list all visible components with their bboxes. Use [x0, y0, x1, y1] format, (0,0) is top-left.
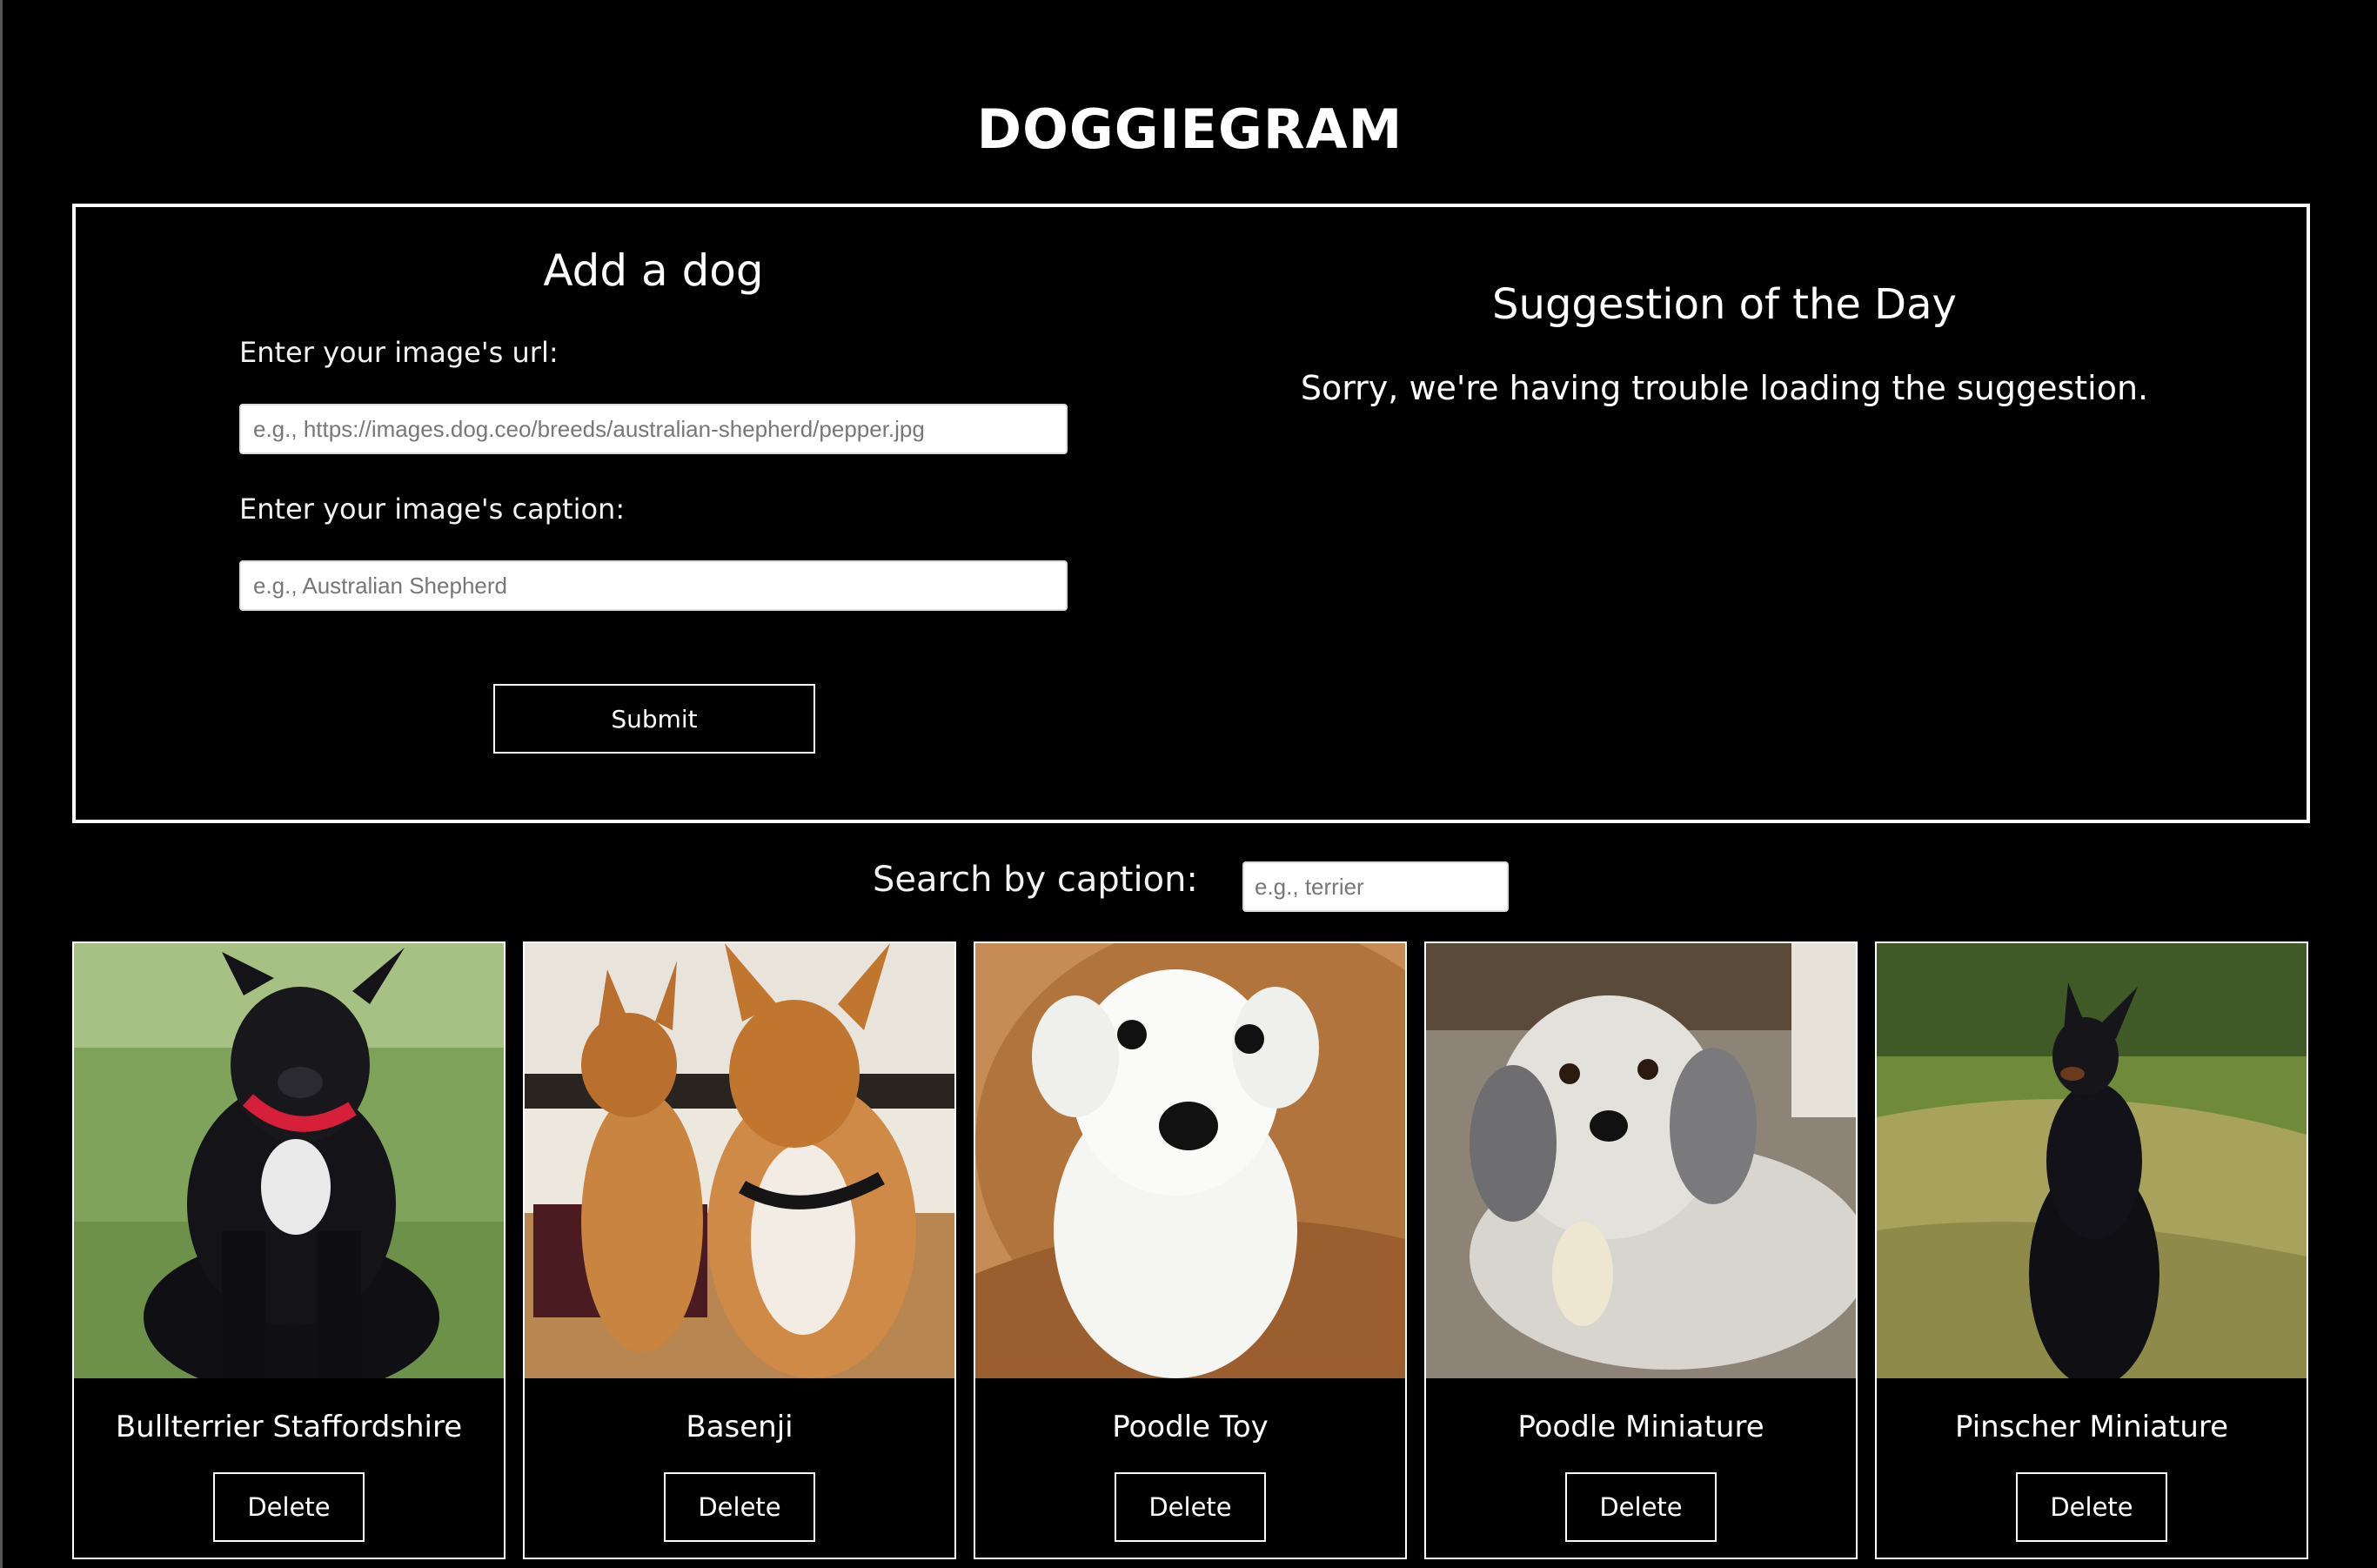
url-input[interactable] [239, 404, 1068, 454]
dog-photo-white-poodle [975, 943, 1405, 1378]
dog-photo-black-pinscher [1877, 943, 2307, 1378]
dog-card: Basenji Delete [523, 941, 956, 1559]
delete-button[interactable]: Delete [213, 1472, 365, 1542]
dog-photo-grey-poodle [1426, 943, 1856, 1378]
submit-button[interactable]: Submit [493, 684, 815, 754]
delete-button[interactable]: Delete [664, 1472, 815, 1542]
site-title: DOGGIEGRAM [976, 97, 1403, 161]
caption-label: Enter your image's caption: [239, 493, 626, 526]
url-label: Enter your image's url: [239, 336, 559, 369]
dog-card: Bullterrier Staffordshire Delete [72, 941, 506, 1559]
dog-photo-basenji-pair [525, 943, 954, 1378]
dog-card: Poodle Toy Delete [974, 941, 1407, 1559]
dog-gallery: Bullterrier Staffordshire Delete Basenji… [72, 941, 2310, 1559]
top-panel: Add a dog Enter your image's url: Enter … [72, 204, 2310, 823]
card-caption: Poodle Miniature [1517, 1410, 1764, 1444]
card-caption: Pinscher Miniature [1954, 1410, 2229, 1444]
suggestion-heading: Suggestion of the Day [1492, 280, 1957, 329]
delete-button[interactable]: Delete [1565, 1472, 1717, 1542]
search-input[interactable] [1242, 861, 1509, 912]
suggestion-box: Suggestion of the Day Sorry, we're havin… [1207, 207, 2242, 820]
dog-photo-black-staffie [74, 943, 504, 1378]
dog-card: Poodle Miniature Delete [1424, 941, 1858, 1559]
add-dog-form: Add a dog Enter your image's url: Enter … [239, 207, 1068, 820]
add-dog-heading: Add a dog [543, 245, 764, 296]
dog-card: Pinscher Miniature Delete [1875, 941, 2308, 1559]
caption-input[interactable] [239, 560, 1068, 611]
card-caption: Bullterrier Staffordshire [115, 1410, 463, 1444]
card-caption: Poodle Toy [1112, 1410, 1269, 1444]
delete-button[interactable]: Delete [1115, 1472, 1266, 1542]
suggestion-error-message: Sorry, we're having trouble loading the … [1300, 369, 2149, 407]
delete-button[interactable]: Delete [2016, 1472, 2167, 1542]
card-caption: Basenji [686, 1410, 793, 1444]
search-label: Search by caption: [873, 860, 1198, 900]
